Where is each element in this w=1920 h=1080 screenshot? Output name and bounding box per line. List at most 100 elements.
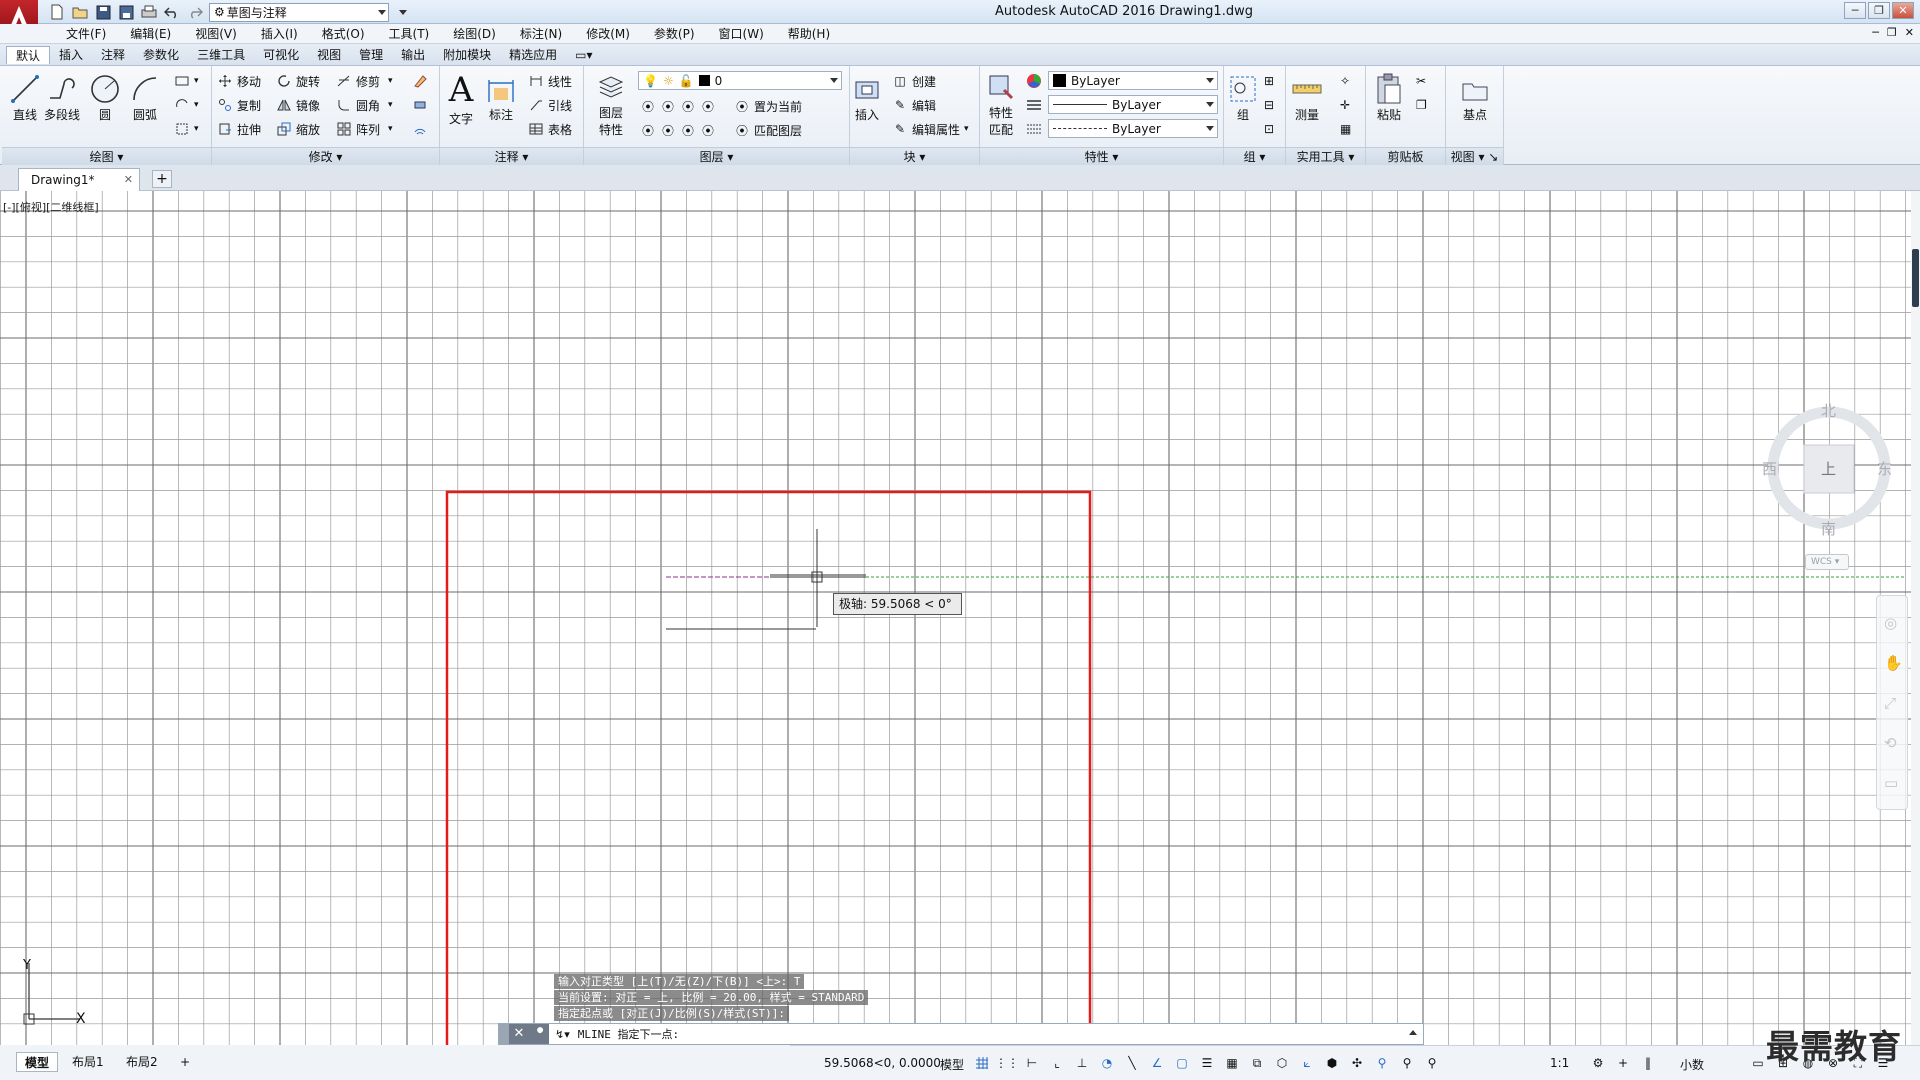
doc-restore-button[interactable]: ❐ <box>1887 26 1897 39</box>
rectangle-button[interactable]: ▾ <box>174 72 199 90</box>
edit-attributes-button[interactable]: ✎ 编辑属性 ▾ <box>892 120 969 138</box>
draw-panel-title[interactable]: 绘图 ▾ <box>2 147 211 165</box>
units-dropdown[interactable]: 小数 <box>1680 1056 1704 1073</box>
tab-manage[interactable]: 管理 <box>350 46 392 64</box>
array-button[interactable]: 阵列 ▾ <box>336 120 393 138</box>
menu-help[interactable]: 帮助(H) <box>776 26 842 42</box>
circle-button[interactable]: 圆 <box>88 72 122 123</box>
cut-icon[interactable]: ✂ <box>1416 72 1426 90</box>
explode-button[interactable] <box>412 96 428 114</box>
close-button[interactable]: ✕ <box>1892 2 1914 19</box>
wrench-icon[interactable] <box>529 1024 549 1044</box>
layer-walk-icon[interactable]: ⦿ <box>700 122 716 138</box>
qat-dropdown-icon[interactable] <box>394 3 412 21</box>
3d-osnap-icon[interactable]: ⬡ <box>1274 1055 1290 1071</box>
leader-button[interactable]: 引线 <box>528 96 572 114</box>
measure-button[interactable]: 测量 <box>1290 72 1324 123</box>
menu-dimension[interactable]: 标注(N) <box>508 26 574 42</box>
ortho-icon[interactable]: ⊥ <box>1074 1055 1090 1071</box>
selection-filter-icon[interactable]: ⬢ <box>1324 1055 1340 1071</box>
tab-view[interactable]: 视图 <box>308 46 350 64</box>
menu-modify[interactable]: 修改(M) <box>574 26 642 42</box>
annotation-scale-icon[interactable]: ⚲ <box>1424 1055 1440 1071</box>
tab-visualize[interactable]: 可视化 <box>254 46 308 64</box>
grid-icon[interactable] <box>974 1055 990 1071</box>
redo-icon[interactable] <box>186 3 204 21</box>
view-panel-title[interactable]: 视图 ▾ ↘ <box>1446 147 1503 165</box>
open-icon[interactable] <box>71 3 89 21</box>
group-button[interactable]: 组 <box>1226 72 1260 123</box>
insert-block-button[interactable]: 插入 <box>850 72 884 123</box>
line-button[interactable]: 直线 <box>8 72 42 123</box>
layer-dropdown[interactable]: 💡 ☼ 🔓 0 <box>638 71 842 90</box>
tab-annotate[interactable]: 注释 <box>92 46 134 64</box>
quick-properties-icon[interactable]: ▭ <box>1750 1055 1766 1071</box>
command-line-grip[interactable] <box>499 1024 509 1044</box>
layer-unlock-icon[interactable]: ⦿ <box>680 122 696 138</box>
layer-isolate-icon[interactable]: ⦿ <box>660 98 676 114</box>
menu-window[interactable]: 窗口(W) <box>707 26 776 42</box>
undo-icon[interactable] <box>163 3 181 21</box>
save-icon[interactable] <box>94 3 112 21</box>
make-current-button[interactable]: ⦿ 置为当前 <box>734 97 802 115</box>
linetype-icon[interactable] <box>1026 96 1042 114</box>
layers-panel-title[interactable]: 图层 ▾ <box>584 147 849 165</box>
gradient-button[interactable]: ▾ <box>174 120 199 138</box>
base-view-button[interactable]: 基点 <box>1458 72 1492 123</box>
clipboard-panel-title[interactable]: 剪贴板 <box>1366 147 1445 165</box>
mirror-button[interactable]: 镜像 <box>276 96 320 114</box>
tab-output[interactable]: 输出 <box>392 46 434 64</box>
text-button[interactable]: A 文字 <box>444 70 478 127</box>
tab-default[interactable]: 默认 <box>6 46 51 64</box>
dynamic-ucs-icon[interactable]: ⟀ <box>1299 1055 1315 1071</box>
annotation-panel-title[interactable]: 注释 ▾ <box>440 147 583 165</box>
ribbon-options-icon[interactable]: ▭▾ <box>566 46 601 64</box>
layer-thaw-icon[interactable]: ⦿ <box>660 122 676 138</box>
rotate-button[interactable]: 旋转 <box>276 72 320 90</box>
restore-button[interactable]: ❐ <box>1868 2 1890 19</box>
infer-constraints-icon[interactable]: ⊢ <box>1024 1055 1040 1071</box>
tab-3d-tools[interactable]: 三维工具 <box>188 46 254 64</box>
object-snap-icon[interactable]: ▢ <box>1174 1055 1190 1071</box>
menu-file[interactable]: 文件(F) <box>54 26 118 42</box>
offset-button[interactable] <box>412 120 428 138</box>
tab-layout1[interactable]: 布局1 <box>64 1052 112 1072</box>
save-as-icon[interactable] <box>117 3 135 21</box>
menu-format[interactable]: 格式(O) <box>310 26 377 42</box>
auto-scale-icon[interactable]: ⚲ <box>1399 1055 1415 1071</box>
layer-properties-button[interactable]: 图层 特性 <box>594 70 628 138</box>
annotation-monitor-icon[interactable]: + <box>1615 1055 1631 1071</box>
drawing-canvas[interactable]: [-][俯视][二维线框] 北 南 东 西 上 WCS ▾ ◎ ✋ ⤢ ⟲ ▭ … <box>0 191 1920 1045</box>
doc-close-button[interactable]: ✕ <box>1905 26 1914 39</box>
command-line[interactable]: ✕ ↯▾ MLINE 指定下一点: <box>498 1023 1424 1045</box>
arc-button[interactable]: 圆弧 <box>128 72 162 123</box>
annotation-visibility-icon[interactable]: ⚲ <box>1374 1055 1390 1071</box>
isodraft-icon[interactable]: ╲ <box>1124 1055 1140 1071</box>
layer-on-icon[interactable]: ⦿ <box>640 122 656 138</box>
match-properties-button[interactable]: 特性 匹配 <box>984 70 1018 138</box>
block-panel-title[interactable]: 块 ▾ <box>850 147 979 165</box>
properties-panel-title[interactable]: 特性 ▾ <box>980 147 1223 165</box>
object-snap-tracking-icon[interactable]: ∠ <box>1149 1055 1165 1071</box>
trim-button[interactable]: 修剪 ▾ <box>336 72 393 90</box>
polar-tracking-icon[interactable]: ◔ <box>1099 1055 1115 1071</box>
tab-layout2[interactable]: 布局2 <box>118 1052 166 1072</box>
calculator-icon[interactable]: ▦ <box>1340 120 1351 138</box>
menu-parametric[interactable]: 参数(P) <box>642 26 707 42</box>
linear-button[interactable]: 线性 <box>528 72 572 90</box>
stretch-button[interactable]: 拉伸 <box>217 120 261 138</box>
polyline-button[interactable]: 多段线 <box>44 72 80 123</box>
layer-lock-icon[interactable]: ⦿ <box>700 98 716 114</box>
move-button[interactable]: 移动 <box>217 72 261 90</box>
tab-model[interactable]: 模型 <box>16 1052 59 1072</box>
match-layer-button[interactable]: ⦿ 匹配图层 <box>734 121 802 139</box>
command-prompt[interactable]: MLINE 指定下一点: <box>578 1026 679 1042</box>
annotation-scale-dropdown[interactable]: 1:1 <box>1550 1056 1569 1070</box>
gizmo-icon[interactable]: ✣ <box>1349 1055 1365 1071</box>
minimize-button[interactable]: ─ <box>1844 2 1866 19</box>
menu-tools[interactable]: 工具(T) <box>377 26 442 42</box>
coordinate-readout[interactable]: 59.5068<0, 0.0000 <box>824 1056 941 1070</box>
menu-draw[interactable]: 绘图(D) <box>441 26 508 42</box>
erase-button[interactable] <box>412 72 428 90</box>
tab-parametric[interactable]: 参数化 <box>134 46 188 64</box>
